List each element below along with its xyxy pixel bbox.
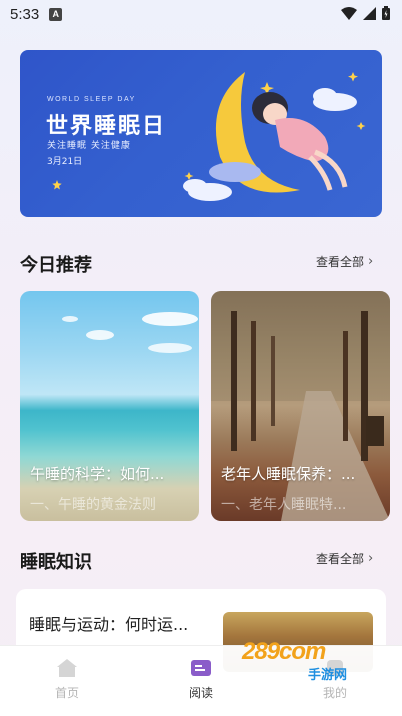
nav-label: 首页: [54, 686, 79, 700]
see-all-label: 查看全部: [316, 255, 365, 269]
home-icon: [57, 659, 77, 677]
banner-subtitle: 关注睡眠 关注健康: [47, 141, 131, 151]
see-all-label: 查看全部: [316, 552, 365, 566]
moon-sleeping-girl-illustration: [183, 72, 366, 201]
bottom-navigation: 首页 阅读 我的: [0, 645, 402, 716]
recommend-card-elderly-sleep[interactable]: 老年人睡眠保养：... 一、老年人睡眠特...: [211, 291, 390, 521]
knowledge-see-all-link[interactable]: 查看全部 ›: [316, 550, 373, 567]
knowledge-item-title: 睡眠与运动：何时运...: [29, 615, 189, 634]
nav-label: 我的: [322, 686, 347, 700]
star-icon: [52, 180, 62, 190]
banner-event-en: WORLD SLEEP DAY: [47, 96, 136, 103]
knowledge-section-title: 睡眠知识: [20, 552, 92, 573]
recommend-card-nap[interactable]: 午睡的科学：如何... 一、午睡的黄金法则: [20, 291, 199, 521]
status-time: 5:33: [10, 5, 40, 23]
wifi-icon: [341, 6, 357, 20]
world-sleep-day-banner[interactable]: WORLD SLEEP DAY 世界睡眠日 关注睡眠 关注健康 3月21日: [20, 50, 382, 217]
status-bar: 5:33 A: [0, 0, 402, 28]
user-icon: [327, 660, 343, 676]
card-subtitle: 一、午睡的黄金法则: [30, 497, 156, 513]
today-section-title: 今日推荐: [20, 255, 92, 276]
signal-icon: [363, 6, 376, 20]
nav-label: 阅读: [188, 686, 213, 700]
notification-a-icon: A: [49, 7, 63, 21]
nav-item-read[interactable]: 阅读: [134, 646, 268, 716]
beach-clouds-image: [62, 312, 198, 353]
card-title: 老年人睡眠保养：...: [221, 465, 356, 483]
tree-path-image: [211, 291, 390, 521]
nav-item-mine[interactable]: 我的: [268, 646, 402, 716]
nav-item-home[interactable]: 首页: [0, 646, 134, 716]
chevron-right-icon: ›: [368, 254, 374, 269]
book-icon: [191, 660, 211, 676]
card-title: 午睡的科学：如何...: [30, 465, 165, 483]
card-subtitle: 一、老年人睡眠特...: [221, 497, 347, 513]
banner-date: 3月21日: [47, 157, 83, 167]
chevron-right-icon: ›: [368, 551, 374, 566]
today-see-all-link[interactable]: 查看全部 ›: [316, 253, 373, 270]
battery-icon: [382, 6, 390, 20]
banner-title: 世界睡眠日: [46, 114, 167, 139]
